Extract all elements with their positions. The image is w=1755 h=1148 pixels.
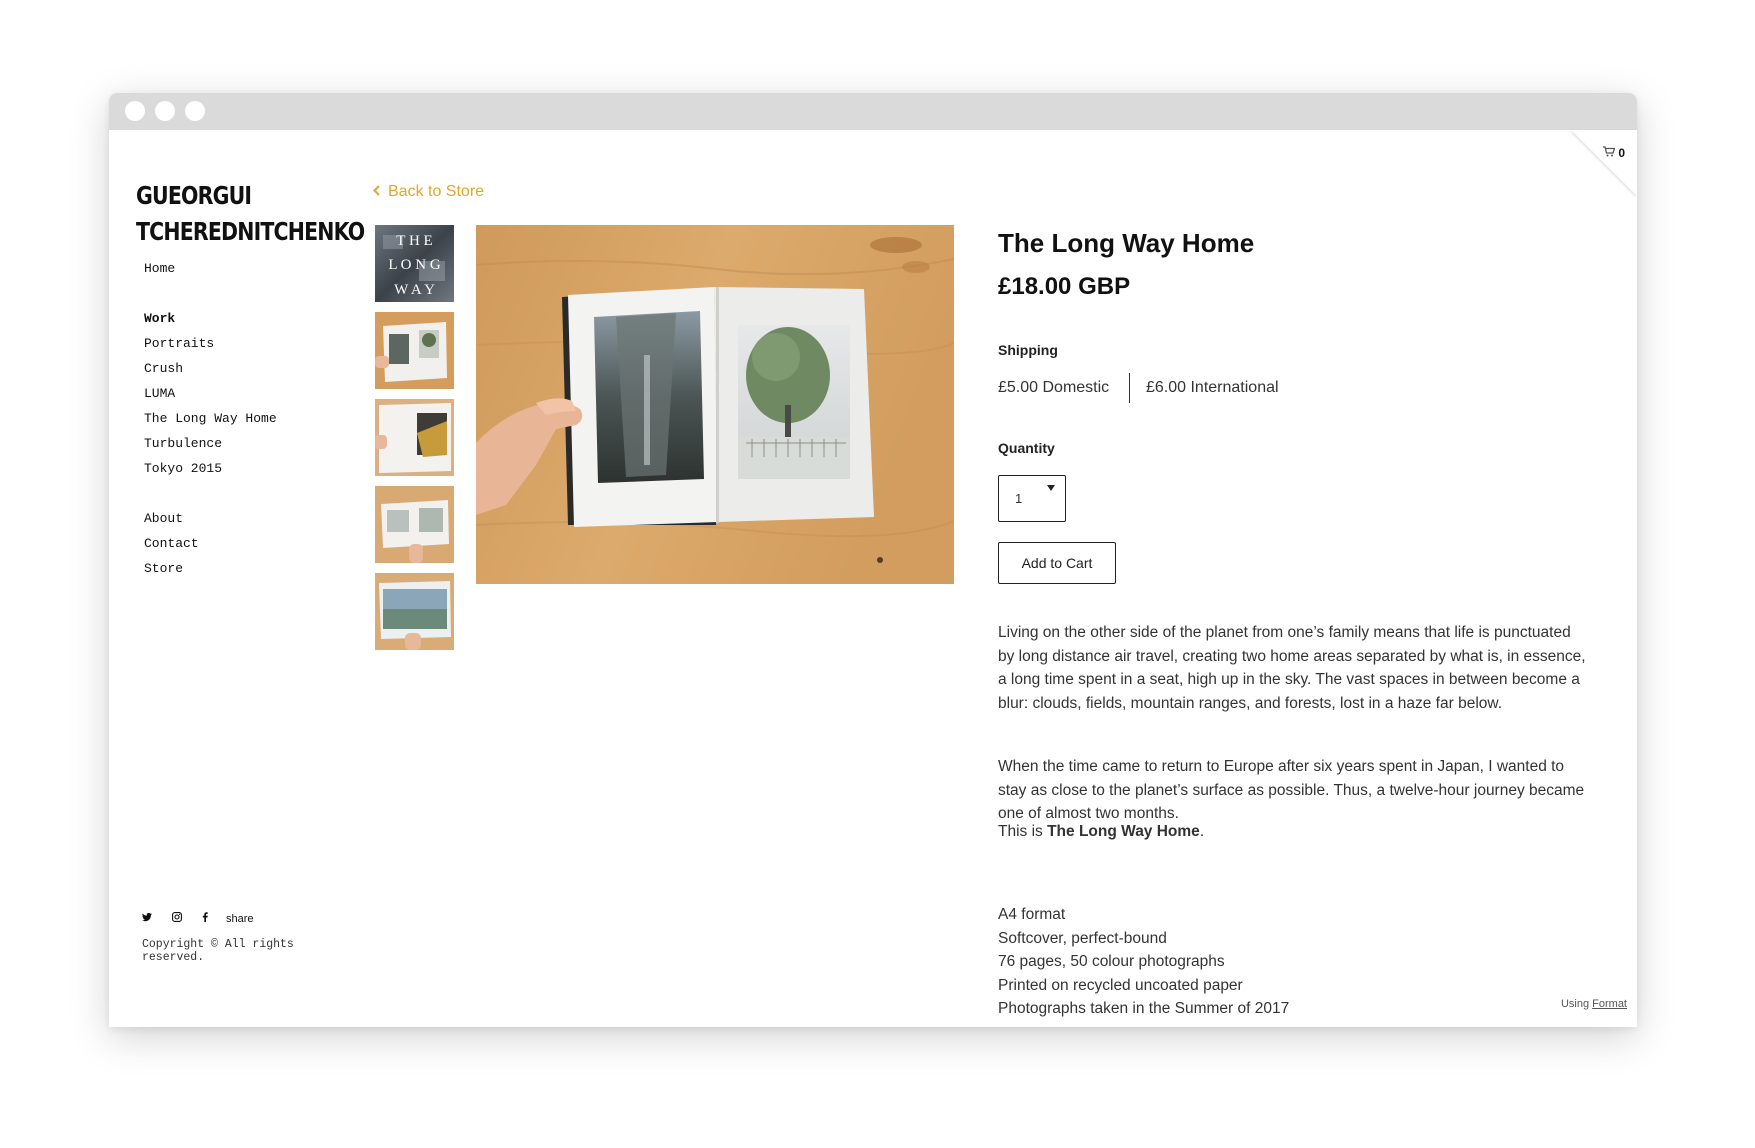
cover-text-the: T H E	[396, 233, 432, 249]
nav-turbulence[interactable]: Turbulence	[144, 436, 222, 451]
share-link[interactable]: share	[226, 913, 254, 925]
cart-button[interactable]: 0	[1603, 146, 1625, 160]
cover-text-way: W A Y	[394, 282, 435, 298]
nav-about[interactable]: About	[144, 511, 183, 526]
product-description-3: This is The Long Way Home.	[998, 820, 1588, 844]
nav-tokyo-2015[interactable]: Tokyo 2015	[144, 461, 222, 476]
quantity-select[interactable]: 1	[998, 475, 1066, 522]
brand-line1: GUEORGUI	[136, 181, 252, 210]
window-minimize-dot[interactable]	[155, 101, 175, 121]
add-to-cart-button[interactable]: Add to Cart	[998, 542, 1116, 584]
product-main-photo[interactable]	[476, 225, 954, 584]
dropdown-arrow-icon	[1047, 485, 1055, 491]
nav-long-way-home[interactable]: The Long Way Home	[144, 411, 277, 426]
cover-text-long: L O N G	[388, 257, 441, 273]
back-to-store-label: Back to Store	[388, 183, 485, 200]
thumbnail-spread-4[interactable]	[375, 573, 454, 650]
format-link[interactable]: Format	[1592, 998, 1627, 1010]
instagram-icon[interactable]	[172, 912, 202, 925]
description-3-prefix: This is	[998, 823, 1048, 840]
spec-item: Softcover, perfect-bound	[998, 929, 1167, 947]
window-close-dot[interactable]	[125, 101, 145, 121]
nav-contact[interactable]: Contact	[144, 536, 199, 551]
social-links: share	[142, 912, 254, 925]
thumbnail-cover[interactable]: T H E L O N G W A Y	[375, 225, 454, 302]
spec-item: Printed on recycled uncoated paper	[998, 976, 1243, 994]
browser-window: 0 GUEORGUI TCHEREDNITCHENKO Home Work Po…	[109, 93, 1637, 1027]
product-description-2: When the time came to return to Europe a…	[998, 758, 1585, 822]
cart-icon	[1603, 146, 1616, 160]
spec-item: Photographs taken in the Summer of 2017	[998, 1000, 1290, 1017]
quantity-value: 1	[1015, 491, 1023, 506]
shipping-label: Shipping	[998, 342, 1058, 358]
product-description-1: Living on the other side of the planet f…	[998, 624, 1586, 712]
description-3-title: The Long Way Home	[1047, 823, 1200, 840]
cart-count: 0	[1618, 146, 1625, 160]
shipping-domestic: £5.00 Domestic	[998, 379, 1110, 396]
spec-item: A4 format	[998, 906, 1066, 923]
brand-line2: TCHEREDNITCHENKO	[136, 217, 365, 246]
thumbnail-spread-1[interactable]	[375, 312, 454, 389]
using-format-credit: Using Format	[1561, 998, 1627, 1010]
store-page: 0 GUEORGUI TCHEREDNITCHENKO Home Work Po…	[109, 130, 1637, 1027]
window-titlebar	[109, 93, 1637, 130]
spec-item: 76 pages, 50 colour photographs	[998, 953, 1225, 970]
window-maximize-dot[interactable]	[185, 101, 205, 121]
site-brand[interactable]: GUEORGUI TCHEREDNITCHENKO	[136, 178, 365, 250]
nav-store[interactable]: Store	[144, 561, 183, 576]
product-title: The Long Way Home	[998, 228, 1255, 258]
nav-portraits[interactable]: Portraits	[144, 336, 214, 351]
chevron-left-icon	[373, 183, 380, 201]
nav-work[interactable]: Work	[144, 311, 175, 326]
shipping-international: £6.00 International	[1146, 379, 1279, 396]
copyright-text: Copyright © All rights reserved.	[142, 938, 294, 964]
description-3-suffix: .	[1199, 823, 1205, 840]
shipping-divider	[1129, 373, 1130, 403]
twitter-icon[interactable]	[142, 912, 172, 925]
using-label: Using	[1560, 998, 1590, 1010]
product-specs: A4 format Softcover, perfect-bound 76 pa…	[998, 903, 1289, 1021]
nav-home[interactable]: Home	[144, 261, 175, 276]
thumbnail-spread-3[interactable]	[375, 486, 454, 563]
cart-corner-fold	[1571, 130, 1637, 196]
nav-crush[interactable]: Crush	[144, 361, 183, 376]
nav-luma[interactable]: LUMA	[144, 386, 175, 401]
product-price: £18.00 GBP	[998, 273, 1131, 300]
back-to-store-link[interactable]: Back to Store	[373, 183, 484, 201]
quantity-label: Quantity	[998, 440, 1055, 456]
facebook-icon[interactable]	[202, 912, 226, 925]
thumbnail-spread-2[interactable]	[375, 399, 454, 476]
